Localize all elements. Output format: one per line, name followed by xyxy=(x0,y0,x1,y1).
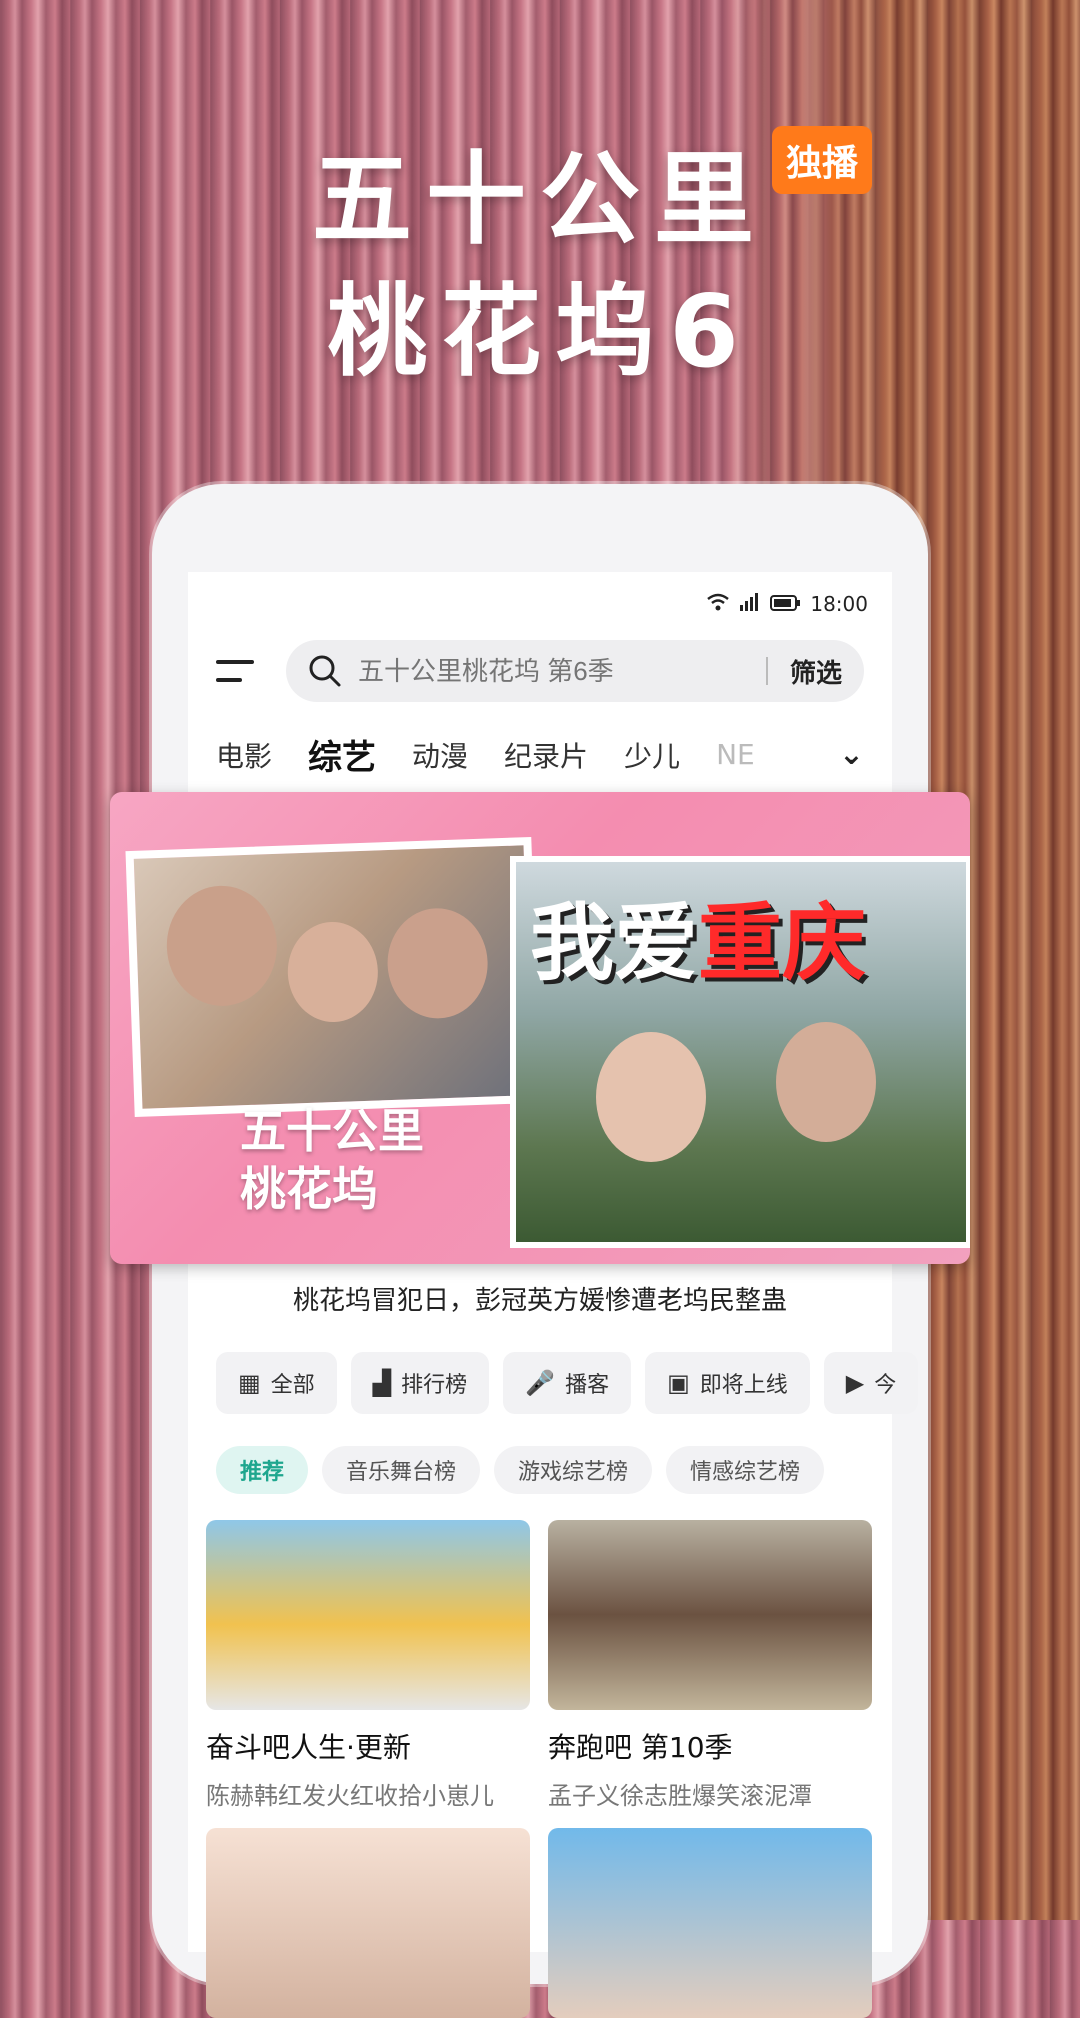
chevron-down-icon[interactable]: ⌄ xyxy=(839,737,864,772)
microphone-icon: 🎤 xyxy=(525,1369,556,1397)
card-thumbnail[interactable] xyxy=(206,1520,530,1710)
card-thumbnail[interactable] xyxy=(206,1828,530,2018)
banner-headline-part1: 我爱 xyxy=(530,894,699,992)
quicklink-upcoming[interactable]: ▣ 即将上线 xyxy=(645,1352,810,1414)
tab-variety[interactable]: 综艺 xyxy=(308,730,376,779)
search-bar[interactable]: 筛选 xyxy=(286,640,864,702)
banner-photo-left xyxy=(125,836,541,1118)
tv-icon: ▶ xyxy=(845,1369,865,1397)
podium-icon: ▟ xyxy=(372,1369,392,1397)
chip-music-stage[interactable]: 音乐舞台榜 xyxy=(322,1446,481,1494)
exclusive-badge: 独播 xyxy=(772,126,873,194)
quick-links: ▦ 全部 ▟ 排行榜 🎤 播客 ▣ 即将上线 ▶ 今 xyxy=(188,1352,920,1414)
wifi-icon xyxy=(706,592,730,617)
show-logo: 五十公里 桃花坞 xyxy=(240,1102,424,1218)
filter-button[interactable]: 筛选 xyxy=(790,653,842,690)
banner-headline: 我爱重庆 xyxy=(530,876,866,997)
banner-headline-part2: 重庆 xyxy=(698,894,867,992)
tab-ne[interactable]: NE xyxy=(716,738,755,771)
card-subtitle: 孟子义徐志胜爆笑滚泥潭 xyxy=(548,1782,812,1810)
hero-title-line1: 五十公里 xyxy=(312,141,768,258)
chip-game-variety[interactable]: 游戏综艺榜 xyxy=(494,1446,653,1494)
search-input[interactable] xyxy=(356,654,744,688)
chip-recommend[interactable]: 推荐 xyxy=(216,1446,309,1494)
card-thumbnail[interactable] xyxy=(548,1520,872,1710)
quicklink-label: 今 xyxy=(874,1373,897,1398)
quicklink-podcast[interactable]: 🎤 播客 xyxy=(503,1352,632,1414)
search-icon xyxy=(309,655,341,687)
content-card[interactable]: 奋斗吧人生·更新 陈赫韩红发火红收拾小崽儿 xyxy=(206,1520,530,1811)
content-card[interactable]: 奔跑吧 第10季 孟子义徐志胜爆笑滚泥潭 xyxy=(548,1520,872,1811)
tab-anime[interactable]: 动漫 xyxy=(412,735,468,775)
card-title: 奋斗吧人生·更新 xyxy=(206,1731,411,1764)
show-logo-line2: 桃花坞 xyxy=(240,1162,378,1216)
card-subtitle: 陈赫韩红发火红收拾小崽儿 xyxy=(206,1782,494,1810)
status-time: 18:00 xyxy=(810,592,868,616)
grid-icon: ▦ xyxy=(238,1369,261,1397)
card-thumbnail[interactable] xyxy=(548,1828,872,2018)
chip-emotion-variety[interactable]: 情感综艺榜 xyxy=(666,1446,825,1494)
search-divider xyxy=(765,657,768,685)
quicklink-label: 全部 xyxy=(270,1373,315,1398)
hero-title-line2: 桃花坞6 xyxy=(327,273,753,390)
status-bar: 18:00 xyxy=(188,572,892,636)
featured-banner[interactable]: 我爱重庆 五十公里 桃花坞 xyxy=(110,792,970,1264)
tab-kids[interactable]: 少儿 xyxy=(624,735,680,775)
signal-icon xyxy=(740,592,760,616)
quicklink-today[interactable]: ▶ 今 xyxy=(823,1352,919,1414)
quicklink-ranking[interactable]: ▟ 排行榜 xyxy=(350,1352,490,1414)
quicklink-label: 播客 xyxy=(565,1373,610,1398)
banner-caption: 桃花坞冒犯日，彭冠英方媛惨遭老坞民整蛊 xyxy=(292,1286,787,1316)
battery-icon xyxy=(770,592,801,616)
menu-icon[interactable] xyxy=(216,656,254,686)
calendar-icon: ▣ xyxy=(667,1369,690,1397)
content-card[interactable] xyxy=(206,1828,530,2018)
quicklink-label: 排行榜 xyxy=(401,1373,468,1398)
ranking-chips: 推荐 音乐舞台榜 游戏综艺榜 情感综艺榜 xyxy=(188,1446,920,1494)
tab-documentary[interactable]: 纪录片 xyxy=(504,735,588,775)
card-title: 奔跑吧 第10季 xyxy=(548,1731,733,1764)
quicklink-label: 即将上线 xyxy=(699,1373,788,1398)
content-card[interactable] xyxy=(548,1828,872,2018)
category-tabs: 电影 综艺 动漫 纪录片 少儿 NE ⌄ xyxy=(188,702,892,779)
quicklink-all[interactable]: ▦ 全部 xyxy=(216,1352,337,1414)
show-logo-line1: 五十公里 xyxy=(240,1104,424,1158)
tab-movie[interactable]: 电影 xyxy=(216,735,272,775)
top-bar: 筛选 xyxy=(188,640,892,702)
